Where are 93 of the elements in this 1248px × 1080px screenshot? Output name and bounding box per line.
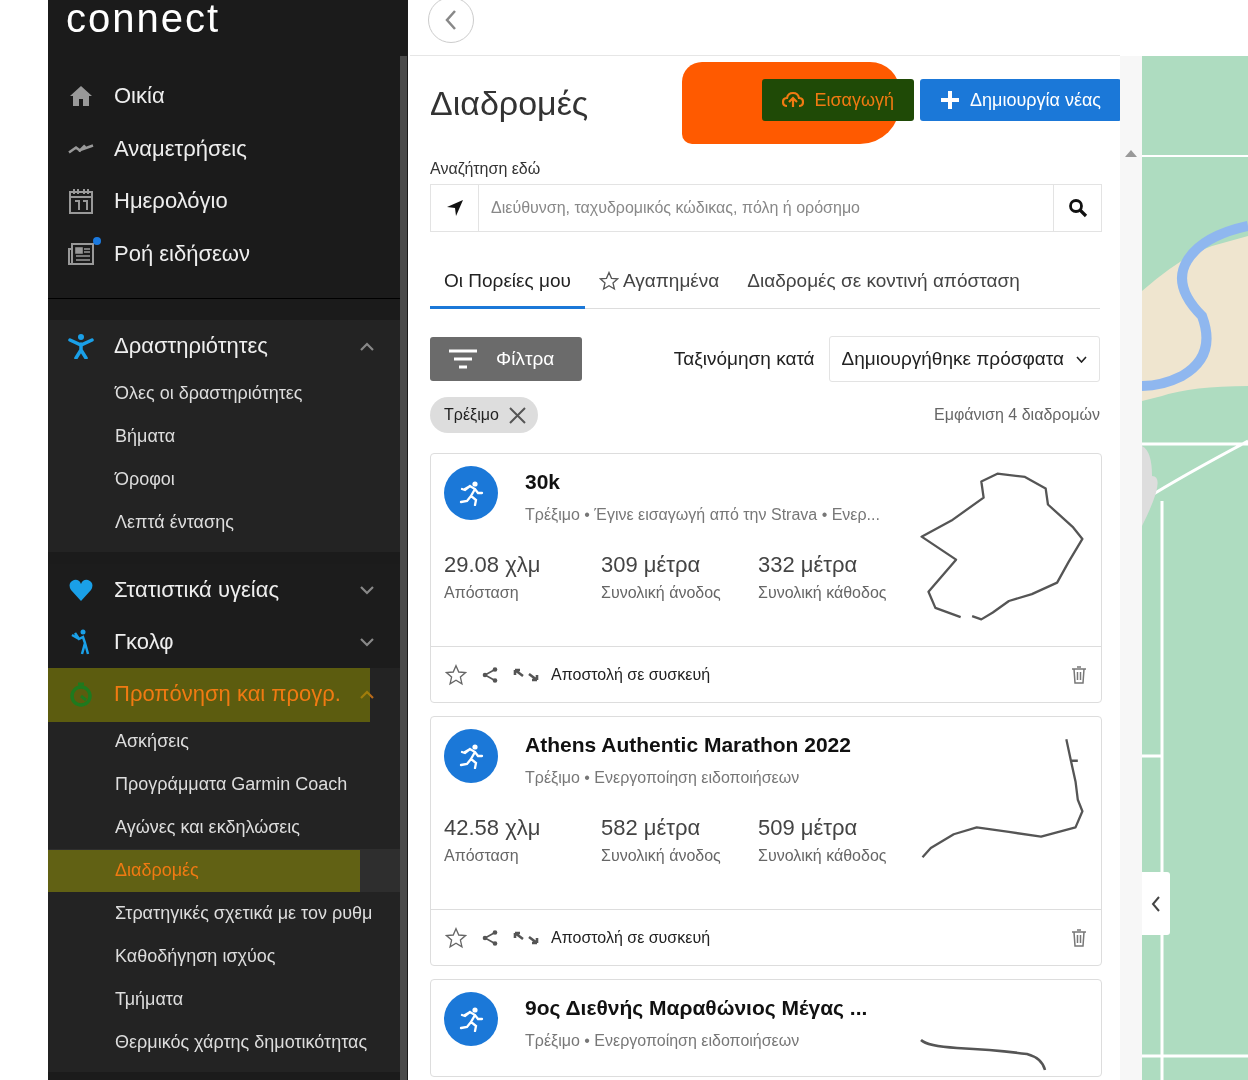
chevron-down-icon (1076, 355, 1087, 363)
stat-value: 42.58 χλμ (444, 815, 542, 841)
stat-value: 29.08 χλμ (444, 552, 542, 578)
calendar-icon (68, 188, 94, 215)
route-title[interactable]: 30k (525, 470, 1087, 494)
newspaper-icon (68, 240, 94, 267)
nav-group-header[interactable]: Στατιστικά υγείας (48, 564, 400, 616)
search-field[interactable]: Διεύθυνση, ταχυδρομικός κώδικας, πόλη ή ορόσημο (479, 184, 1053, 232)
filter-chip[interactable]: Τρέξιμο (430, 397, 538, 433)
route-subtitle: Τρέξιμο • Ενεργοποίηση ειδοποιήσεων (525, 1032, 801, 1050)
stat-label: Συνολική κάθοδος (758, 584, 888, 602)
favorite-button[interactable] (445, 926, 467, 949)
scroll-up-icon[interactable] (1125, 149, 1137, 157)
nav-subitem[interactable]: Καθοδήγηση ισχύος (48, 935, 400, 978)
favorite-button[interactable] (445, 663, 467, 686)
filters-button[interactable]: Φίλτρα (430, 337, 583, 381)
chevron-left-icon (444, 8, 458, 31)
nav-subitem[interactable]: Προγράμματα Garmin Coach (48, 763, 400, 806)
stat-value: 509 μέτρα (758, 815, 859, 841)
nav-subitem[interactable]: Θερμικός χάρτης δημοτικότητας (48, 1021, 400, 1064)
route-title[interactable]: Athens Authentic Marathon 2022 (525, 733, 1087, 757)
running-avatar-icon (444, 729, 498, 783)
chevron-up-icon (360, 689, 374, 699)
nav-item[interactable]: Ημερολόγιο (48, 175, 400, 228)
send-to-device-button[interactable]: Αποστολή σε συσκευή (513, 665, 711, 684)
stat-label: Συνολική άνοδος (601, 847, 722, 865)
nav-item[interactable]: Ροή ειδήσεων (48, 227, 400, 280)
search-label: Αναζήτηση εδώ (430, 160, 542, 178)
collapse-panel-button[interactable] (1142, 872, 1170, 935)
stat-value: 309 μέτρα (601, 552, 702, 578)
plus-icon (940, 90, 960, 110)
nav-item[interactable]: Οικία (48, 70, 400, 123)
import-button[interactable]: Εισαγωγή (762, 79, 914, 121)
running-avatar-icon (444, 466, 498, 520)
nav-item[interactable]: Αναμετρήσεις (48, 122, 400, 175)
logo: connect (65, 0, 222, 36)
stat-label: Απόσταση (444, 847, 520, 865)
tab[interactable]: Διαδρομές σε κοντινή απόσταση (733, 270, 1034, 309)
cloud-upload-icon (782, 91, 805, 109)
stat-label: Συνολική κάθοδος (758, 847, 888, 865)
nav-subitem[interactable]: Όροφοι (48, 458, 400, 501)
nav-group-header[interactable]: Δραστηριότητες (48, 320, 400, 372)
location-arrow-icon (445, 199, 464, 217)
nav-subitem[interactable]: Όλες οι δραστηριότητες (48, 372, 400, 415)
star-icon (598, 271, 619, 291)
trash-icon (1071, 928, 1087, 947)
nav-subitem[interactable]: Αγώνες και εκδηλώσεις (48, 806, 400, 849)
back-button[interactable] (428, 0, 474, 43)
stat-label: Απόσταση (444, 584, 520, 602)
route-count: Εμφάνιση 4 διαδρομών (934, 406, 1100, 424)
share-icon (481, 665, 499, 684)
share-button[interactable] (481, 665, 499, 684)
search-button[interactable] (1053, 184, 1102, 232)
scrollbar-thumb[interactable] (400, 56, 407, 1080)
share-button[interactable] (481, 928, 499, 947)
tab[interactable]: Οι Πορείες μου (430, 270, 585, 309)
stat-value: 332 μέτρα (758, 552, 859, 578)
two-arrows-icon (513, 667, 539, 682)
chevron-down-icon (360, 637, 374, 647)
filter-lines-icon (448, 348, 478, 370)
stat-label: Συνολική άνοδος (601, 584, 722, 602)
nav-subitem[interactable]: Ασκήσεις (48, 720, 400, 763)
route-subtitle: Τρέξιμο • Έγινε εισαγωγή από την Strava • Ενερ... (525, 506, 881, 524)
tab[interactable]: Αγαπημένα (584, 270, 734, 309)
route-subtitle: Τρέξιμο • Ενεργοποίηση ειδοποιήσεων (525, 769, 801, 787)
sort-dropdown[interactable]: Δημιουργήθηκε πρόσφατα (828, 336, 1100, 382)
nav-subitem[interactable]: Βήματα (48, 415, 400, 458)
running-avatar-icon (444, 992, 498, 1046)
nav-subitem[interactable]: Στρατηγικές σχετικά με τον ρυθμ (48, 892, 400, 935)
trash-icon (1071, 665, 1087, 684)
send-to-device-button[interactable]: Αποστολή σε συσκευή (513, 928, 711, 947)
share-icon (481, 928, 499, 947)
chevron-up-icon (360, 341, 374, 351)
stopwatch-icon (68, 681, 94, 707)
heart-icon (68, 577, 94, 603)
person-arms-up-icon (68, 333, 94, 359)
two-arrows-icon (513, 930, 539, 945)
notification-dot (93, 236, 101, 245)
create-button[interactable]: Δημιουργία νέας (920, 79, 1120, 121)
route-title[interactable]: 9ος Διεθνής Μαραθώνιος Μέγας ... (525, 996, 1087, 1020)
delete-button[interactable] (1071, 665, 1087, 684)
chevron-left-icon (1151, 895, 1161, 912)
stat-value: 582 μέτρα (601, 815, 702, 841)
chevron-down-icon (360, 585, 374, 595)
search-icon (1067, 198, 1088, 218)
nav-subitem[interactable]: Τμήματα (48, 978, 400, 1021)
close-icon (508, 406, 526, 424)
delete-button[interactable] (1071, 928, 1087, 947)
nav-subitem[interactable]: Λεπτά έντασης (48, 501, 400, 544)
page-title: Διαδρομές (430, 83, 590, 123)
nav-group-header[interactable]: Γκολφ (48, 616, 400, 668)
sort-label: Ταξινόμηση κατά (673, 348, 815, 370)
location-button[interactable] (430, 184, 479, 232)
